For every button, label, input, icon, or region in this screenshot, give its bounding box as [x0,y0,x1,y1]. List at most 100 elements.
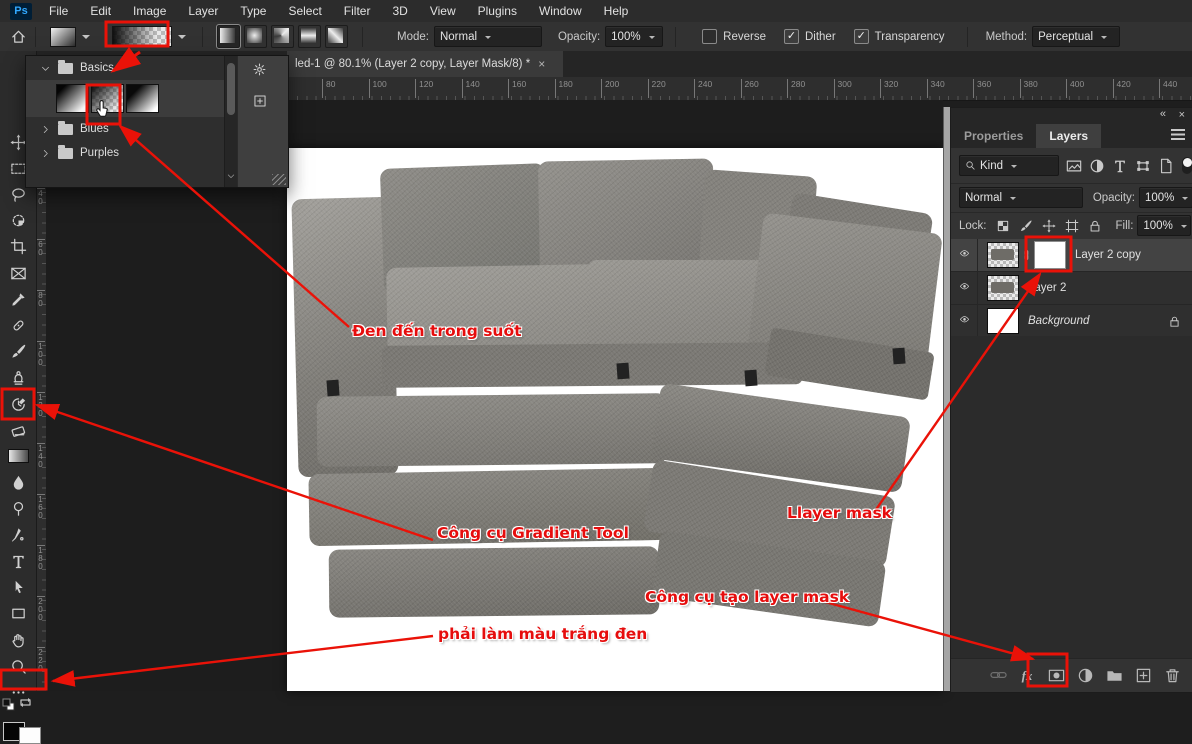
pixel-layer-filter-icon[interactable] [1066,158,1082,174]
type-layer-filter-icon[interactable] [1112,158,1128,174]
close-panel-icon[interactable]: × [1179,109,1185,121]
document-tab[interactable]: led-1 @ 80.1% (Layer 2 copy, Layer Mask/… [287,51,563,77]
menu-window[interactable]: Window [528,4,593,18]
layer-row-background[interactable]: Background [951,305,1192,338]
angle-gradient-icon[interactable] [271,25,294,48]
delete-layer-icon[interactable] [1161,665,1183,687]
lock-position-icon[interactable] [1042,218,1056,233]
scrollbar-thumb[interactable] [227,63,235,115]
tool-brush[interactable] [0,339,36,365]
reflected-gradient-icon[interactable] [298,25,321,48]
blend-mode-select[interactable]: Normal [959,187,1083,208]
tool-preset-icon[interactable] [50,27,76,47]
background-color-swatch[interactable] [19,727,41,744]
close-tab-icon[interactable]: × [538,57,545,71]
tool-pen[interactable] [0,522,36,548]
layer-visibility-toggle[interactable] [951,305,978,337]
menu-edit[interactable]: Edit [79,4,122,18]
layer-row-layer-2[interactable]: Layer 2 [951,272,1192,305]
transparency-checkbox[interactable]: ✓ [854,29,869,44]
diamond-gradient-icon[interactable] [325,25,348,48]
link-layers-icon[interactable] [987,665,1009,687]
menu-filter[interactable]: Filter [333,4,382,18]
linear-gradient-icon[interactable] [217,25,240,48]
opacity-select[interactable]: 100% [605,26,663,47]
shape-layer-filter-icon[interactable] [1135,158,1151,174]
filter-kind-select[interactable]: Kind [959,155,1059,176]
tool-dodge[interactable] [0,496,36,522]
menu-plugins[interactable]: Plugins [467,4,528,18]
lock-artboard-icon[interactable] [1065,218,1079,233]
panel-resize-grip[interactable] [272,174,286,185]
smart-object-filter-icon[interactable] [1158,158,1174,174]
menu-image[interactable]: Image [122,4,177,18]
gear-icon[interactable] [252,62,267,80]
filter-toggle[interactable] [1182,157,1192,174]
menu-3d[interactable]: 3D [381,4,418,18]
layer-thumbnail[interactable] [987,275,1019,301]
tool-gradient-active[interactable] [0,443,36,469]
gradient-preview[interactable] [112,26,172,47]
tool-history-brush[interactable] [0,391,36,417]
tool-clone-stamp[interactable] [0,365,36,391]
layer-name[interactable]: Layer 2 [1028,282,1066,294]
tool-ellipsis[interactable] [0,679,36,705]
layer-thumbnail[interactable] [987,308,1019,334]
new-group-icon[interactable] [1103,665,1125,687]
gradient-folder-blues[interactable]: Blues [26,117,224,141]
tool-object-selection[interactable] [0,208,36,234]
new-gradient-icon[interactable] [253,94,267,111]
layer-visibility-toggle[interactable] [951,272,978,304]
menu-layer[interactable]: Layer [177,4,229,18]
tool-crop[interactable] [0,234,36,260]
black-to-white-gradient[interactable] [126,84,159,113]
tool-path-select[interactable] [0,574,36,600]
fill-select[interactable]: 100% [1137,215,1191,236]
layers-opacity-select[interactable]: 100% [1139,187,1192,208]
lock-paint-icon[interactable] [1019,218,1033,233]
layer-visibility-toggle[interactable] [951,239,978,271]
adjustment-layer-filter-icon[interactable] [1089,158,1105,174]
tool-shape[interactable] [0,601,36,627]
dither-checkbox[interactable]: ✓ [784,29,799,44]
menu-view[interactable]: View [419,4,467,18]
tool-healing[interactable] [0,312,36,338]
black-to-white-gradient[interactable] [56,84,89,113]
layer-name[interactable]: Layer 2 copy [1075,249,1141,261]
radial-gradient-icon[interactable] [244,25,267,48]
menu-type[interactable]: Type [229,4,277,18]
new-layer-icon[interactable] [1132,665,1154,687]
tool-hand[interactable] [0,627,36,653]
layer-mask-thumbnail[interactable] [1034,241,1066,269]
tool-zoom[interactable] [0,653,36,679]
gradient-folder-purples[interactable]: Purples [26,141,224,165]
collapse-panels-icon[interactable]: « [1160,108,1165,120]
method-select[interactable]: Perceptual [1032,26,1120,47]
layer-thumbnail[interactable] [987,242,1019,268]
tool-blur[interactable] [0,470,36,496]
tool-type[interactable] [0,548,36,574]
layer-row-layer-2-copy[interactable]: Layer 2 copy [951,239,1192,272]
reverse-checkbox[interactable] [702,29,717,44]
chevron-down-icon[interactable] [82,35,90,43]
gradient-folder-basics[interactable]: Basics [26,56,224,80]
add-layer-mask-icon[interactable] [1045,665,1067,687]
scroll-down-icon[interactable] [226,170,236,184]
tab-layers[interactable]: Layers [1036,124,1101,148]
menu-help[interactable]: Help [593,4,640,18]
tool-eyedropper[interactable] [0,286,36,312]
menu-file[interactable]: File [38,4,79,18]
tab-properties[interactable]: Properties [951,124,1036,148]
picker-scrollbar[interactable] [224,56,237,187]
photoshop-logo[interactable]: Ps [10,3,32,20]
tool-frame[interactable] [0,260,36,286]
new-adjustment-layer-icon[interactable] [1074,665,1096,687]
home-icon[interactable] [10,28,27,45]
layer-name[interactable]: Background [1028,315,1089,327]
mode-select[interactable]: Normal [434,26,542,47]
panel-menu-icon[interactable] [1171,129,1185,140]
lock-all-icon[interactable] [1088,218,1102,233]
lock-transparency-icon[interactable] [996,218,1010,233]
layer-effects-icon[interactable]: fx [1016,665,1038,687]
tool-eraser[interactable] [0,417,36,443]
